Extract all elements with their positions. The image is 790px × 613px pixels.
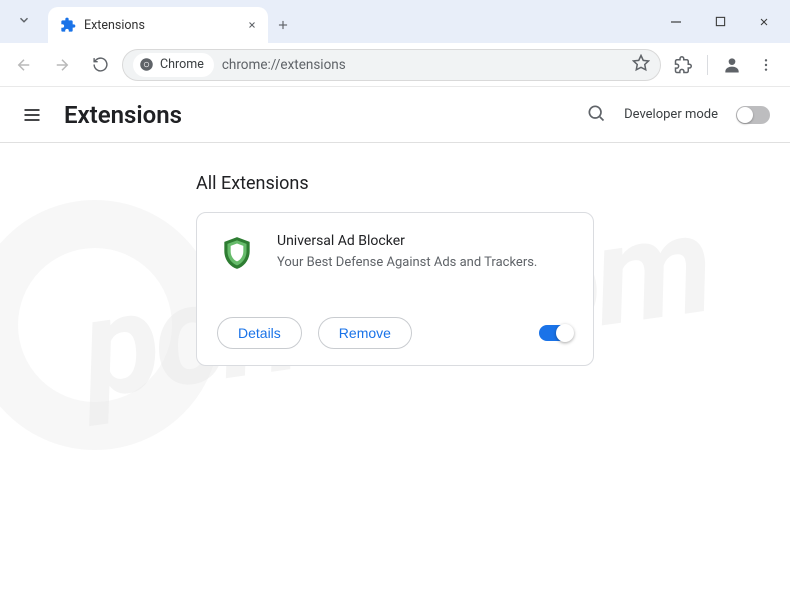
extension-name: Universal Ad Blocker [277,233,537,249]
details-button[interactable]: Details [217,317,302,349]
extensions-button[interactable] [667,49,699,81]
chrome-chip-label: Chrome [160,57,204,72]
minimize-button[interactable] [654,2,698,42]
browser-tab[interactable]: Extensions [48,7,268,43]
tab-overflow-chevron-icon[interactable] [17,12,31,31]
section-title: All Extensions [196,173,790,194]
forward-button[interactable] [46,49,78,81]
back-button[interactable] [8,49,40,81]
kebab-menu-button[interactable] [750,49,782,81]
extension-enable-toggle[interactable] [539,325,573,341]
close-window-button[interactable] [742,2,786,42]
profile-button[interactable] [716,49,748,81]
extension-description: Your Best Defense Against Ads and Tracke… [277,255,537,270]
toolbar-divider [707,55,708,75]
extension-card: Universal Ad Blocker Your Best Defense A… [196,212,594,366]
tab-title: Extensions [84,18,236,33]
reload-button[interactable] [84,49,116,81]
window-controls [654,0,790,43]
page-header: Extensions Developer mode [0,87,790,143]
address-bar[interactable]: Chrome chrome://extensions [122,49,661,81]
shield-icon [217,233,257,273]
new-tab-button[interactable] [268,7,298,43]
chrome-icon [139,57,154,72]
page-content: All Extensions Universal Ad Blocker Your… [0,143,790,366]
tab-close-button[interactable] [244,17,260,33]
chrome-chip: Chrome [133,53,214,77]
search-button[interactable] [586,103,606,127]
url-text: chrome://extensions [222,57,346,73]
developer-mode-toggle[interactable] [736,106,770,124]
window-titlebar: Extensions [0,0,790,43]
page-title: Extensions [64,101,182,129]
maximize-button[interactable] [698,2,742,42]
developer-mode-label: Developer mode [624,107,718,122]
puzzle-icon [60,17,76,33]
browser-toolbar: Chrome chrome://extensions [0,43,790,87]
remove-button[interactable]: Remove [318,317,412,349]
star-icon[interactable] [632,54,650,76]
menu-button[interactable] [20,103,44,127]
